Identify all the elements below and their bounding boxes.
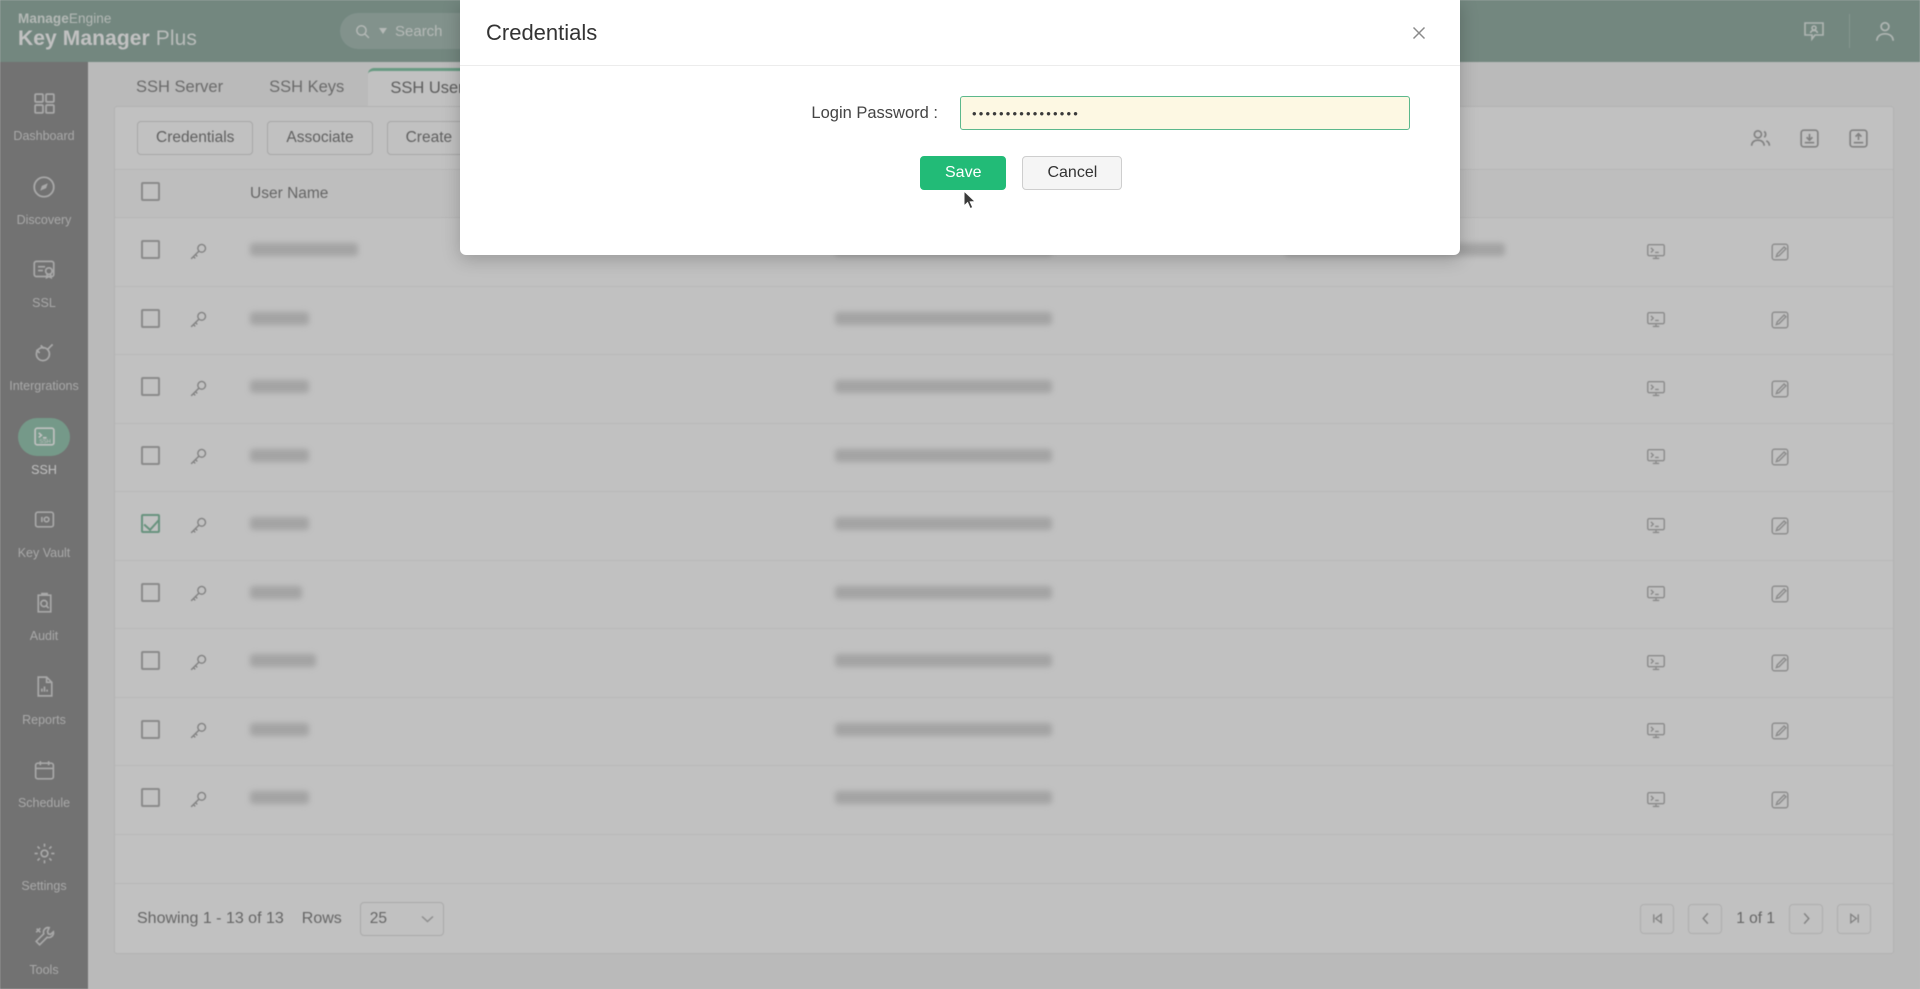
login-password-input[interactable]: •••••••••••••••• (960, 96, 1410, 130)
modal-button-row: Save Cancel (920, 156, 1460, 190)
save-button[interactable]: Save (920, 156, 1007, 190)
mouse-cursor (963, 190, 979, 212)
modal-header: Credentials (460, 0, 1460, 66)
login-password-field-row: Login Password : •••••••••••••••• (460, 96, 1460, 130)
login-password-label: Login Password : (811, 103, 938, 122)
modal-body: Login Password : •••••••••••••••• Save C… (460, 66, 1460, 190)
credentials-modal: Credentials Login Password : •••••••••••… (460, 0, 1460, 255)
cancel-button[interactable]: Cancel (1022, 156, 1123, 190)
modal-title: Credentials (486, 19, 598, 45)
application-root: ManageEngine Key Manager Plus Search Das… (0, 0, 1920, 989)
close-icon[interactable] (1404, 18, 1434, 48)
